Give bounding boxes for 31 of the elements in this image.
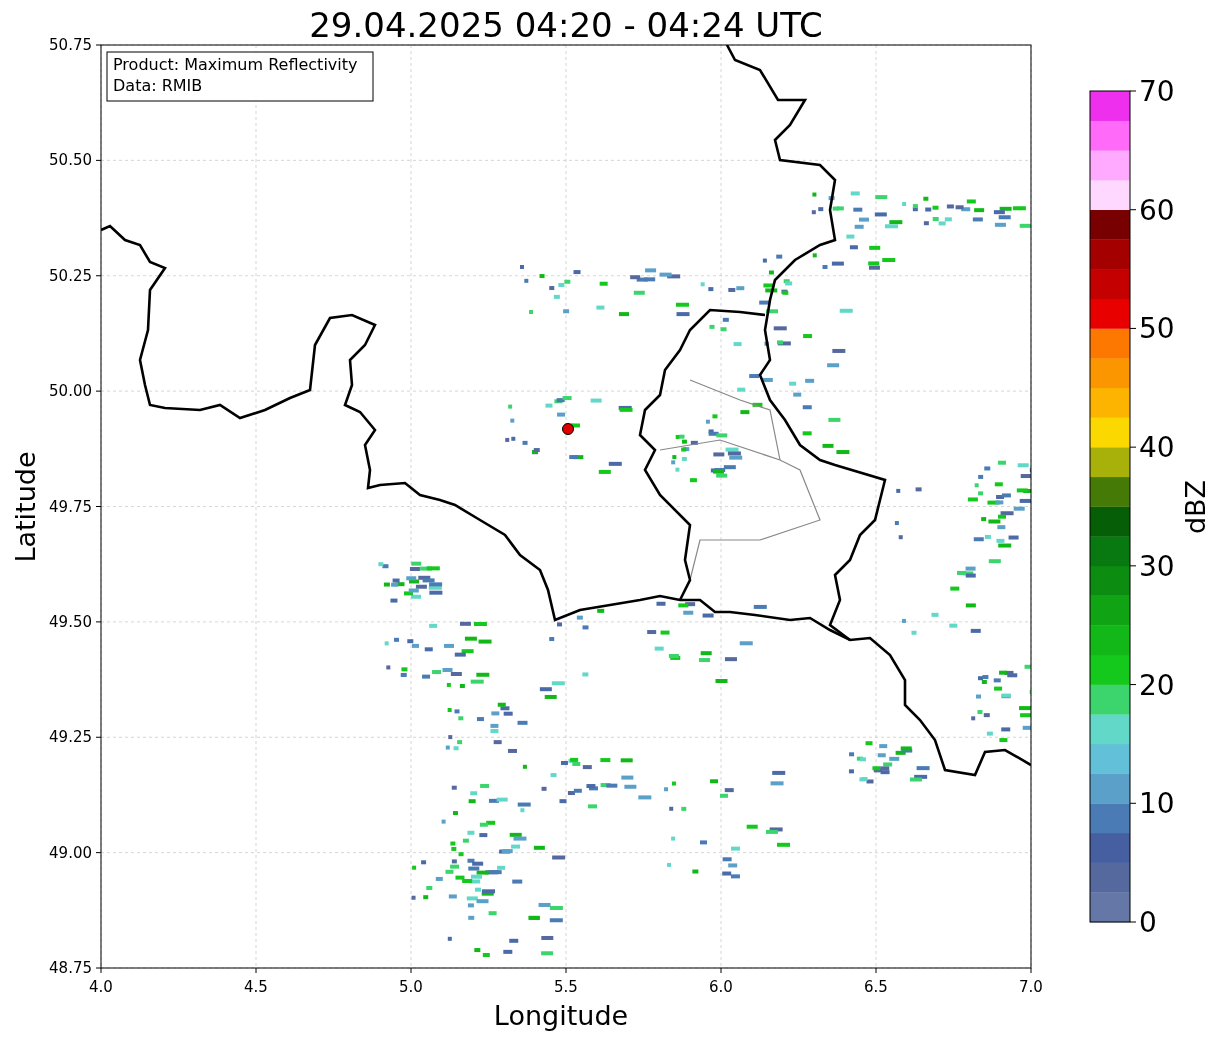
colorbar-tick-label: 30 (1139, 549, 1175, 583)
x-axis-label: Longitude (493, 1000, 629, 1031)
y-tick-label: 50.25 (49, 266, 92, 285)
x-tick-label: 6.5 (864, 978, 888, 996)
colorbar-tick-label: 10 (1139, 787, 1175, 821)
colorbar-tick-label: 20 (1139, 668, 1175, 702)
plot-title: 29.04.2025 04:20 - 04:24 UTC (309, 5, 823, 45)
x-tick-label: 4.5 (244, 978, 268, 996)
y-tick-label: 49.25 (49, 728, 92, 747)
colorbar-tick-label: 70 (1139, 75, 1175, 108)
y-tick-label: 49.50 (49, 612, 92, 631)
legend-text: Data: RMIB (113, 76, 203, 95)
x-tick-label: 7.0 (1019, 978, 1043, 996)
x-tick-label: 4.0 (89, 978, 113, 996)
colorbar-tick-label: 0 (1139, 906, 1157, 939)
y-axis-label: Latitude (10, 451, 41, 563)
y-tick-label: 50.50 (49, 151, 92, 170)
y-tick-label: 49.00 (49, 843, 92, 862)
colorbar-label: dBZ (1180, 479, 1211, 535)
legend-text: Product: Maximum Reflectivity (113, 55, 358, 74)
colorbar-tick-label: 40 (1139, 431, 1175, 465)
y-tick-label: 48.75 (49, 959, 92, 977)
y-tick-label: 49.75 (49, 497, 92, 516)
y-tick-label: 50.75 (49, 36, 92, 54)
x-tick-label: 5.0 (399, 978, 423, 996)
y-tick-label: 50.00 (49, 382, 92, 401)
radar-site-marker (562, 423, 574, 435)
colorbar-tick-label: 50 (1139, 312, 1175, 346)
colorbar-tick-label: 60 (1139, 193, 1175, 227)
x-tick-label: 5.5 (554, 978, 578, 996)
x-tick-label: 6.0 (709, 978, 733, 996)
